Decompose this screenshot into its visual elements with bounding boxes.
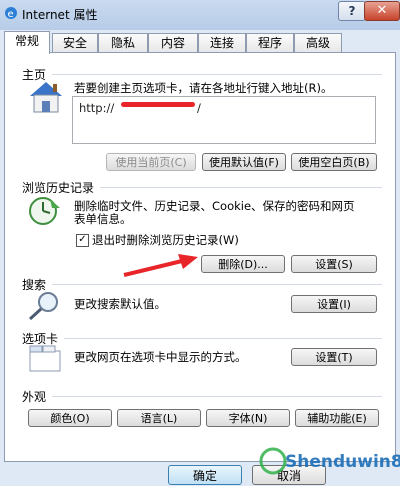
use-blank-button[interactable]: 使用空白页(B)	[291, 153, 377, 171]
home-house-icon	[30, 82, 62, 113]
window-title: Internet 属性	[22, 8, 98, 22]
history-section-title: 浏览历史记录	[22, 181, 95, 195]
history-description-line2: 表单信息。	[74, 212, 132, 226]
tabs-divider	[64, 338, 382, 339]
search-magnifier-icon	[28, 292, 58, 321]
tab-content[interactable]: 内容	[148, 33, 198, 53]
svg-text:Shenduwin8.com: Shenduwin8.com	[285, 452, 400, 472]
svg-text:e: e	[8, 9, 14, 20]
history-divider	[100, 187, 382, 188]
home-url-suffix: /	[197, 101, 201, 115]
fonts-button[interactable]: 字体(N)	[206, 409, 290, 427]
internet-explorer-icon: e	[5, 7, 17, 20]
tab-connections[interactable]: 连接	[198, 33, 246, 53]
close-button[interactable]: ✕	[364, 1, 400, 21]
home-url-input[interactable]: http:// /	[72, 96, 376, 144]
title-bar: e Internet 属性 ? ✕	[0, 0, 400, 30]
colors-button[interactable]: 颜色(O)	[28, 409, 112, 427]
history-clock-icon	[29, 197, 60, 225]
home-divider	[52, 74, 382, 75]
watermark-logo: Shenduwin8.com	[259, 447, 400, 475]
tabs-description: 更改网页在选项卡中显示的方式。	[74, 350, 247, 364]
use-current-button[interactable]: 使用当前页(C)	[106, 153, 196, 171]
delete-on-exit-checkbox[interactable]: ✓	[76, 234, 89, 247]
home-instruction: 若要创建主页选项卡，请在各地址行键入地址(R)。	[74, 81, 333, 95]
history-settings-button[interactable]: 设置(S)	[291, 255, 377, 273]
help-button[interactable]: ?	[338, 1, 366, 21]
search-description: 更改搜索默认值。	[74, 297, 166, 311]
accessibility-button[interactable]: 辅助功能(E)	[295, 409, 379, 427]
annotation-arrow	[123, 254, 198, 277]
search-divider	[52, 284, 382, 285]
delete-history-button[interactable]: 删除(D)...	[201, 255, 285, 273]
tab-general[interactable]: 常规	[4, 31, 50, 54]
tab-security[interactable]: 安全	[52, 33, 98, 53]
search-settings-button[interactable]: 设置(I)	[291, 295, 377, 313]
tab-programs[interactable]: 程序	[246, 33, 294, 53]
appearance-section-title: 外观	[22, 390, 47, 404]
tab-advanced[interactable]: 高级	[294, 33, 342, 53]
ok-button[interactable]: 确定	[168, 465, 242, 485]
tabs-settings-button[interactable]: 设置(T)	[291, 348, 377, 366]
redaction-mark	[121, 102, 195, 107]
delete-on-exit-label: 退出时删除浏览历史记录(W)	[92, 233, 239, 247]
use-default-button[interactable]: 使用默认值(F)	[202, 153, 286, 171]
tabbed-window-icon	[29, 345, 61, 372]
languages-button[interactable]: 语言(L)	[117, 409, 201, 427]
history-description-line1: 删除临时文件、历史记录、Cookie、保存的密码和网页	[74, 199, 355, 213]
appearance-divider	[52, 396, 382, 397]
tab-privacy[interactable]: 隐私	[98, 33, 148, 53]
home-url-prefix: http://	[79, 101, 115, 115]
